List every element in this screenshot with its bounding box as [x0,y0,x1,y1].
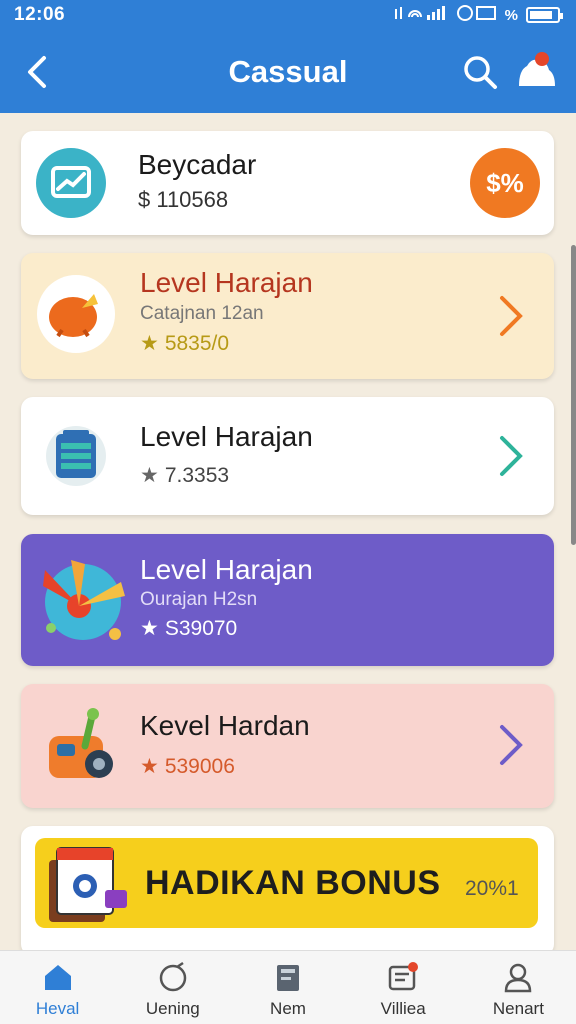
card-title: Level Harajan [140,554,313,585]
card-value: $ 110568 [138,187,229,212]
list-card-level-harajan-2[interactable]: Level Harajan ★ 7.3353 [21,397,554,515]
ring-icon [159,961,187,992]
card-value: 5835/0 [164,331,230,355]
card-title: Kevel Hardan [140,710,310,741]
nav-label: Villiea [380,999,426,1018]
discount-badge[interactable]: $% [470,148,540,218]
list-card-beycadar[interactable]: Beycadar $ 110568 $% [21,131,554,235]
nav-item-villiea[interactable]: Villiea [346,951,461,1024]
card-rating: ★ S39070 [140,616,237,641]
card-subtitle: Catajnan 12an [140,303,264,324]
card-value: 7.3353 [164,463,230,487]
card-title: Beycadar [138,149,257,180]
nav-item-nem[interactable]: Nem [230,951,345,1024]
status-time: 12:06 [14,4,66,25]
bonus-count: 20%1 [465,877,519,900]
chevron-right-icon[interactable] [496,293,526,339]
card-value: 539006 [164,754,235,778]
chart-monitor-icon [35,147,107,224]
home-icon [44,965,71,990]
nav-label: Nem [270,999,306,1018]
chevron-right-icon[interactable] [496,722,526,768]
bottom-nav: Heval Uening Nem Villiea Nenart [0,950,576,1024]
search-icon [464,56,497,89]
card-subtitle: Ourajan H2sn [140,589,258,610]
clipboard-icon [45,425,107,492]
star-icon: ★ [140,332,159,355]
orange-gem-icon [36,274,116,359]
nav-label: Uening [145,999,200,1018]
bonus-banner[interactable]: HADIKAN BONUS 20%1 [35,838,538,928]
profile-icon [505,963,532,993]
calendar-gift-icon [39,842,131,931]
nav-item-heval[interactable]: Heval [0,951,115,1024]
notification-button[interactable] [513,48,559,94]
book-icon [277,965,299,991]
app-bar: 12:06 % Cassual [0,0,576,113]
bell-icon [519,52,555,86]
card-title: Level Harajan [140,267,313,298]
card-rating: ★ 539006 [140,754,235,779]
battery-icon [526,7,563,23]
list-card-level-harajan-3[interactable]: Level Harajan Ourajan H2sn ★ S39070 [21,534,554,666]
nav-item-nenart[interactable]: Nenart [461,951,576,1024]
list-card-level-harajan-1[interactable]: Level Harajan Catajnan 12an ★ 5835/0 [21,253,554,379]
target-fan-icon [37,552,129,649]
search-button[interactable] [460,52,500,92]
chevron-right-icon[interactable] [496,433,526,479]
scrollbar[interactable] [571,245,576,545]
star-icon: ★ [140,755,159,778]
nav-label: Heval [35,999,80,1018]
status-icons: % [393,5,563,25]
signal-icon [393,5,449,25]
list-card-kevel-hardan[interactable]: Kevel Hardan ★ 539006 [21,684,554,808]
status-bar: 12:06 % [0,0,576,30]
nav-label: Nenart [492,999,544,1018]
gift-box-icon [388,962,419,991]
cast-icon [456,5,497,25]
star-icon: ★ [140,617,159,640]
card-title: Level Harajan [140,421,313,452]
card-rating: ★ 7.3353 [140,463,229,488]
bonus-card: HADIKAN BONUS 20%1 [21,826,554,956]
nav-item-uening[interactable]: Uening [115,951,230,1024]
card-value: S39070 [164,616,238,640]
battery-percent: % [504,6,518,24]
joystick-icon [43,706,115,787]
bonus-label: HADIKAN BONUS [145,864,441,902]
star-icon: ★ [140,464,159,487]
card-rating: ★ 5835/0 [140,331,229,356]
